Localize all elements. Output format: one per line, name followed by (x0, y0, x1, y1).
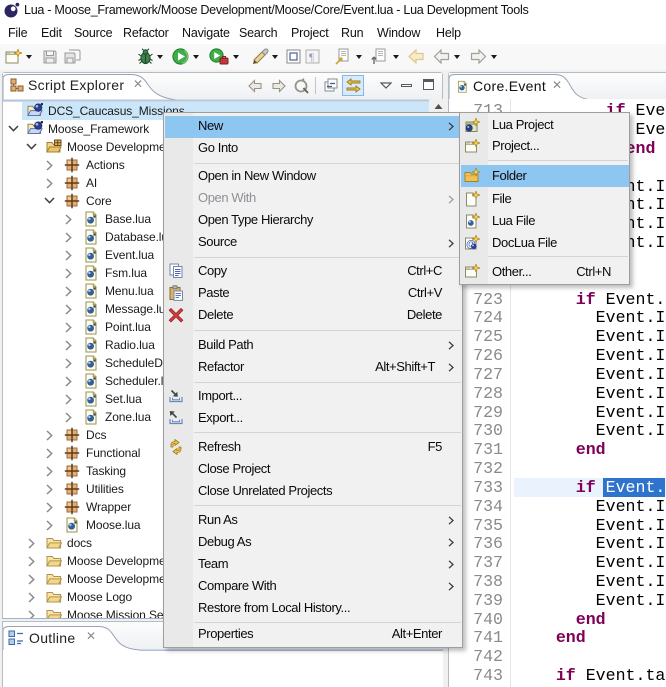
svg-text:¶: ¶ (309, 52, 314, 64)
